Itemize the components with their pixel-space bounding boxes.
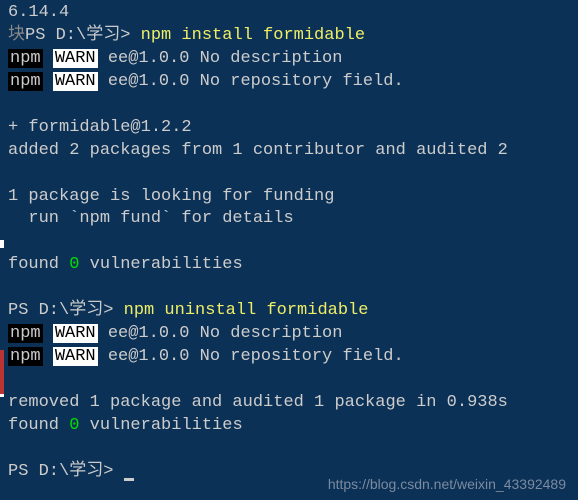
warn-badge: WARN <box>53 49 98 68</box>
funding-line-1: 1 package is looking for funding <box>8 186 570 209</box>
prompt-path: PS D:\学习> <box>8 462 124 481</box>
warn-text: ee@1.0.0 No description <box>98 324 343 343</box>
cursor <box>124 478 134 481</box>
blank-line <box>8 438 570 461</box>
sidebar-white-dot <box>0 240 4 248</box>
warn-badge: WARN <box>53 324 98 343</box>
added-line: added 2 packages from 1 contributor and … <box>8 140 570 163</box>
warn-badge: WARN <box>53 347 98 366</box>
removed-line: removed 1 package and audited 1 package … <box>8 392 570 415</box>
vuln-count: 0 <box>69 255 79 274</box>
warn-line-2: npm WARN ee@1.0.0 No repository field. <box>8 71 570 94</box>
blank-line <box>8 231 570 254</box>
command-text: npm install formidable <box>141 26 365 45</box>
warn-text: ee@1.0.0 No repository field. <box>98 72 404 91</box>
warn-line-4: npm WARN ee@1.0.0 No repository field. <box>8 346 570 369</box>
blank-line <box>8 163 570 186</box>
vuln-suffix: vulnerabilities <box>79 255 242 274</box>
npm-label: npm <box>8 72 43 91</box>
prompt-path: PS D:\学习> <box>8 301 124 320</box>
npm-label: npm <box>8 49 43 68</box>
sidebar-red-indicator <box>0 350 4 394</box>
warn-text: ee@1.0.0 No description <box>98 49 343 68</box>
blank-line <box>8 94 570 117</box>
warn-badge: WARN <box>53 72 98 91</box>
funding-line-2: run `npm fund` for details <box>8 208 570 231</box>
sidebar-white-indicator <box>0 394 4 397</box>
version-line: 6.14.4 <box>8 2 570 25</box>
vuln-line-2: found 0 vulnerabilities <box>8 415 570 438</box>
truncated-text: 块 <box>8 26 25 45</box>
warn-text: ee@1.0.0 No repository field. <box>98 347 404 366</box>
npm-label: npm <box>8 324 43 343</box>
blank-line <box>8 369 570 392</box>
warn-line-1: npm WARN ee@1.0.0 No description <box>8 48 570 71</box>
prompt-path: PS D:\学习> <box>25 26 141 45</box>
prompt-line-2: PS D:\学习> npm uninstall formidable <box>8 300 570 323</box>
watermark-text: https://blog.csdn.net/weixin_43392489 <box>328 475 566 494</box>
vuln-count: 0 <box>69 416 79 435</box>
vuln-suffix: vulnerabilities <box>79 416 242 435</box>
installed-line: + formidable@1.2.2 <box>8 117 570 140</box>
found-text: found <box>8 416 69 435</box>
prompt-line-1: 块PS D:\学习> npm install formidable <box>8 25 570 48</box>
blank-line <box>8 277 570 300</box>
command-text: npm uninstall formidable <box>124 301 369 320</box>
found-text: found <box>8 255 69 274</box>
vuln-line-1: found 0 vulnerabilities <box>8 254 570 277</box>
warn-line-3: npm WARN ee@1.0.0 No description <box>8 323 570 346</box>
npm-label: npm <box>8 347 43 366</box>
